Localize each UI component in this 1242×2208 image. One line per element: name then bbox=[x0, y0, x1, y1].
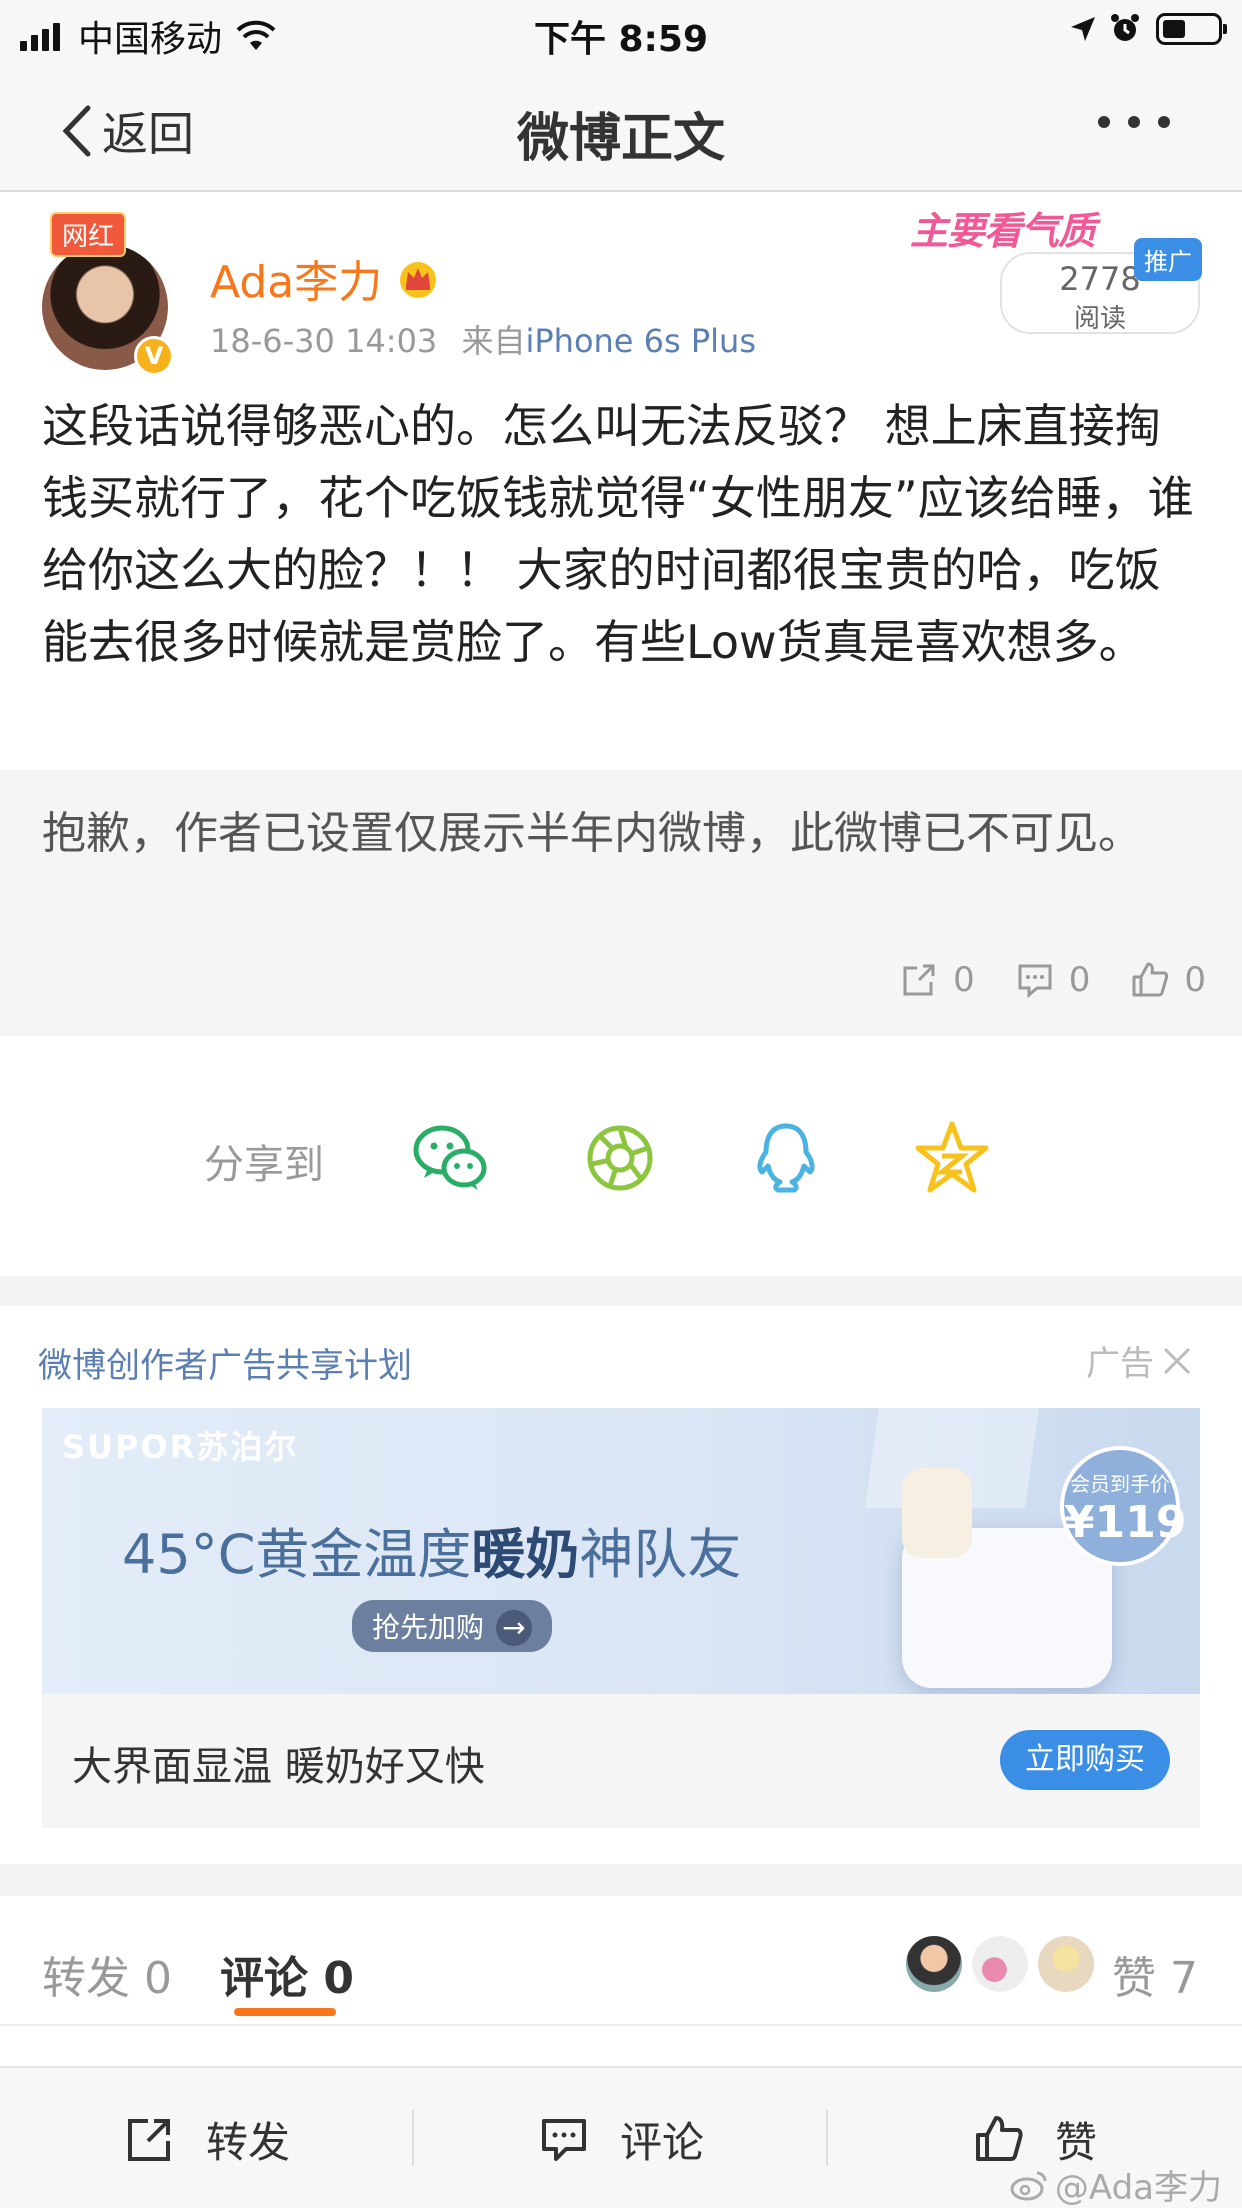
share-section: 分享到 bbox=[0, 1036, 1242, 1276]
ad-buy-label: 抢先加购 bbox=[372, 1611, 485, 1644]
ad-tag[interactable]: 广告 bbox=[1086, 1336, 1192, 1385]
promoted-badge[interactable]: 推广 bbox=[1134, 238, 1202, 281]
crown-icon bbox=[400, 262, 437, 298]
repost-label: 转发 bbox=[205, 2117, 290, 2167]
ad-preorder-button[interactable]: 抢先加购 → bbox=[352, 1600, 553, 1652]
qzone-icon[interactable] bbox=[912, 1118, 992, 1198]
ad-price: ¥119 bbox=[1064, 1497, 1187, 1548]
ad-slogan-b: 暖奶 bbox=[471, 1523, 580, 1586]
author-line: Ada李力 bbox=[210, 246, 440, 310]
retweet-repost-count: 0 bbox=[953, 960, 975, 1000]
author-avatar-group[interactable]: 网红 V bbox=[40, 210, 174, 376]
post-date: 18-6-30 14:03 bbox=[210, 322, 438, 360]
active-tab-indicator bbox=[234, 2008, 336, 2016]
comment-icon bbox=[541, 2119, 586, 2161]
nav-bar: 返回 微博正文 bbox=[0, 62, 1242, 192]
location-icon bbox=[1071, 17, 1095, 41]
ad-banner[interactable]: SUPOR苏泊尔 45°C黄金温度暖奶神队友 抢先加购 → 会员到手价 ¥119 bbox=[42, 1408, 1200, 1694]
moments-icon[interactable] bbox=[580, 1118, 660, 1198]
author-name[interactable]: Ada李力 bbox=[210, 246, 382, 310]
retweet-box[interactable]: 抱歉，作者已设置仅展示半年内微博，此微博已不可见。 0 0 0 bbox=[0, 770, 1242, 1036]
comment-icon bbox=[1018, 964, 1052, 999]
ad-slogan-c: 神队友 bbox=[579, 1523, 742, 1586]
weibo-logo-icon bbox=[1010, 2171, 1047, 2200]
retweet-unavailable-text: 抱歉，作者已设置仅展示半年内微博，此微博已不可见。 bbox=[42, 808, 1142, 859]
promo-tag: 主要看气质 bbox=[910, 209, 1096, 253]
close-icon[interactable] bbox=[1162, 1346, 1192, 1376]
thumbs-up-icon bbox=[1132, 962, 1169, 997]
share-icon bbox=[127, 2119, 170, 2161]
read-label: 阅读 bbox=[1073, 304, 1126, 334]
thumbs-up-icon bbox=[975, 2116, 1023, 2161]
wechat-icon[interactable] bbox=[410, 1118, 490, 1198]
watermark: @Ada李力 bbox=[1009, 2160, 1222, 2208]
comment-button[interactable]: 评论 bbox=[414, 2068, 828, 2208]
ad-footer[interactable]: 大界面显温 暖奶好又快 立即购买 bbox=[42, 1694, 1200, 1828]
status-right bbox=[1068, 12, 1227, 46]
liker-avatars[interactable] bbox=[906, 1936, 1104, 1992]
post-source[interactable]: iPhone 6s Plus bbox=[525, 322, 756, 360]
retweet-like[interactable]: 0 bbox=[1130, 960, 1206, 1000]
verified-badge-icon: V bbox=[134, 336, 174, 376]
post-text: 这段话说得够恶心的。怎么叫无法反驳？ 想上床直接掏钱买就行了，花个吃饭钱就觉得“… bbox=[42, 399, 1194, 669]
avatar[interactable] bbox=[906, 1936, 962, 1992]
watermark-text: @Ada李力 bbox=[1054, 2168, 1222, 2208]
ad-price-label: 会员到手价 bbox=[1070, 1472, 1170, 1496]
ad-description: 大界面显温 暖奶好又快 bbox=[72, 1744, 485, 1790]
ad-brand: SUPOR苏泊尔 bbox=[62, 1428, 299, 1466]
likes-count[interactable]: 赞 7 bbox=[1112, 1942, 1198, 2006]
repost-button[interactable]: 转发 bbox=[0, 2068, 414, 2208]
tab-comments[interactable]: 评论 0 bbox=[220, 1942, 354, 2006]
wanghong-badge: 网红 bbox=[50, 212, 127, 257]
retweet-like-count: 0 bbox=[1184, 960, 1206, 1000]
tab-reposts[interactable]: 转发 0 bbox=[42, 1942, 172, 2006]
ad-price-badge: 会员到手价 ¥119 bbox=[1060, 1446, 1187, 1566]
more-dots-icon[interactable] bbox=[1080, 116, 1170, 128]
arrow-right-icon: → bbox=[496, 1610, 533, 1646]
ad-program-link[interactable]: 微博创作者广告共享计划 bbox=[38, 1338, 412, 1387]
ad-slogan: 45°C黄金温度暖奶神队友 bbox=[122, 1510, 741, 1589]
share-icon bbox=[903, 964, 935, 996]
retweet-repost[interactable]: 0 bbox=[899, 960, 975, 1000]
post-meta: 18-6-30 14:03 来自iPhone 6s Plus bbox=[210, 316, 756, 362]
section-divider bbox=[0, 1276, 1242, 1306]
page-title: 微博正文 bbox=[516, 109, 725, 169]
ad-label: 广告 bbox=[1086, 1344, 1154, 1384]
comment-label: 评论 bbox=[619, 2117, 704, 2167]
retweet-comment-count: 0 bbox=[1068, 960, 1091, 1000]
status-bar: 中国移动 下午 8:59 bbox=[0, 0, 1242, 62]
section-divider-2 bbox=[0, 1864, 1242, 1896]
status-time: 下午 8:59 bbox=[533, 19, 709, 60]
battery-icon bbox=[1156, 13, 1227, 45]
buy-now-button[interactable]: 立即购买 bbox=[1000, 1730, 1170, 1790]
avatar[interactable] bbox=[1038, 1936, 1094, 1992]
retweet-stats: 0 0 0 bbox=[859, 960, 1206, 1000]
source-prefix: 来自 bbox=[461, 322, 526, 360]
interaction-tabs: 转发 0 评论 0 赞 7 bbox=[0, 1896, 1242, 2026]
alarm-icon bbox=[1111, 14, 1139, 41]
ad-bottle-image bbox=[902, 1468, 972, 1558]
ad-slogan-a: 45°C黄金温度 bbox=[122, 1523, 472, 1586]
avatar[interactable] bbox=[972, 1936, 1028, 1992]
qq-icon[interactable] bbox=[746, 1118, 826, 1198]
share-label: 分享到 bbox=[204, 1142, 324, 1188]
retweet-comment[interactable]: 0 bbox=[1015, 960, 1091, 1000]
